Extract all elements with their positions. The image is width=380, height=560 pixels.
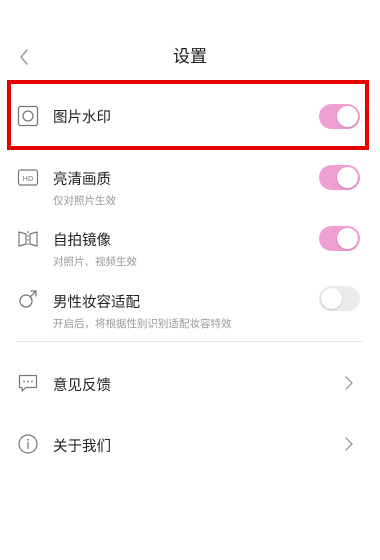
hd-toggle[interactable] [319,165,360,190]
feedback-icon [16,371,40,395]
setting-row-mirror: 自拍镜像 对照片、视频生效 [0,221,380,273]
setting-label: 图片水印 [53,110,111,126]
setting-subtitle: 仅对照片生效 [53,195,116,207]
setting-subtitle: 开启后，将根据性别识别适配妆容特效 [53,318,232,330]
watermark-toggle[interactable] [319,104,360,129]
setting-row-watermark: 图片水印 [0,90,380,145]
info-icon [16,432,40,456]
link-label: 关于我们 [53,439,111,455]
toggle-knob [337,228,358,249]
square-circle-icon [16,104,40,128]
setting-label: 男性妆容适配 [53,295,140,311]
chevron-right-icon [342,435,356,453]
setting-label: 亮清画质 [53,172,111,188]
mirror-icon [16,227,40,251]
link-row-feedback[interactable]: 意见反馈 [0,360,380,406]
setting-label: 自拍镜像 [53,233,111,249]
mirror-toggle[interactable] [319,226,360,251]
toggle-knob [337,106,358,127]
header: 设置 [0,0,380,90]
setting-row-male-makeup: 男性妆容适配 开启后，将根据性别识别适配妆容特效 [0,283,380,335]
male-icon [16,287,40,311]
chevron-right-icon [342,374,356,392]
link-label: 意见反馈 [53,378,111,394]
setting-row-hd: HD 亮清画质 仅对照片生效 [0,160,380,212]
toggle-knob [321,288,342,309]
link-row-about[interactable]: 关于我们 [0,420,380,466]
setting-subtitle: 对照片、视频生效 [53,256,137,268]
hd-icon: HD [16,166,40,190]
toggle-knob [337,167,358,188]
page-title: 设置 [173,47,207,67]
section-divider [16,341,363,342]
male-makeup-toggle[interactable] [319,286,360,311]
svg-text:HD: HD [23,175,34,183]
